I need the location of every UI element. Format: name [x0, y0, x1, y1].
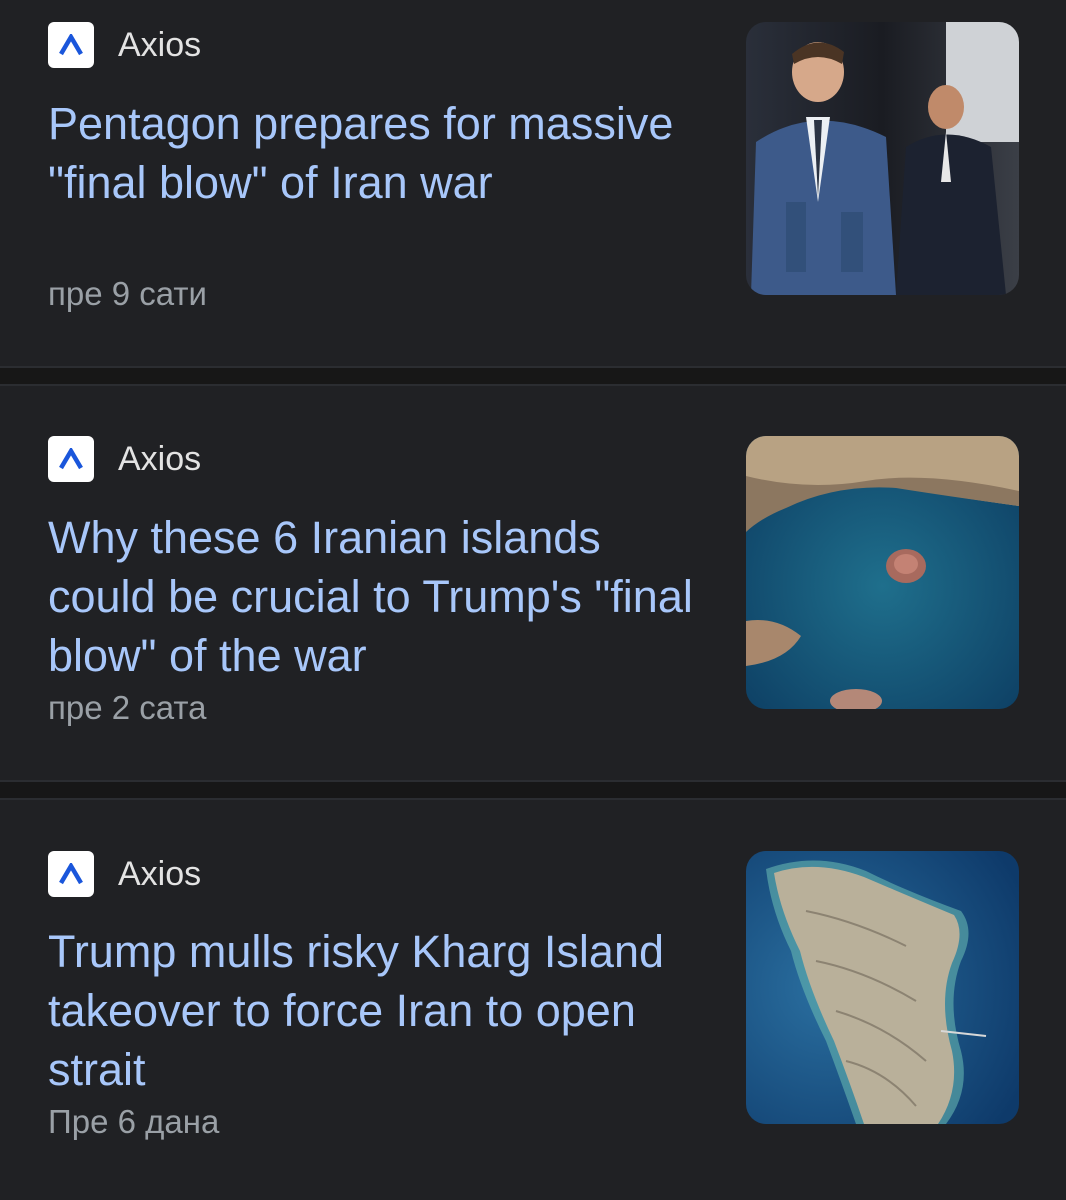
- source-row: Axios: [48, 22, 201, 68]
- article-headline[interactable]: Trump mulls risky Kharg Island takeover …: [48, 922, 708, 1099]
- source-row: Axios: [48, 851, 201, 897]
- article-headline[interactable]: Why these 6 Iranian islands could be cru…: [48, 508, 708, 685]
- news-card-1[interactable]: Axios Pentagon prepares for massive "fin…: [0, 0, 1066, 366]
- source-name: Axios: [118, 854, 202, 893]
- article-thumbnail[interactable]: [746, 22, 1019, 295]
- axios-logo-icon: [48, 851, 94, 897]
- news-card-3[interactable]: Axios Trump mulls risky Kharg Island tak…: [0, 800, 1066, 1200]
- article-thumbnail[interactable]: [746, 436, 1019, 709]
- axios-logo-icon: [48, 22, 94, 68]
- news-card-2[interactable]: Axios Why these 6 Iranian islands could …: [0, 386, 1066, 780]
- article-time: пре 9 сати: [48, 275, 207, 312]
- card-divider: [0, 366, 1066, 386]
- source-name: Axios: [118, 25, 202, 64]
- axios-logo-icon: [48, 436, 94, 482]
- source-name: Axios: [118, 439, 202, 478]
- source-row: Axios: [48, 436, 201, 482]
- card-divider: [0, 780, 1066, 800]
- article-time: Пре 6 дана: [48, 1103, 220, 1140]
- article-time: пре 2 сата: [48, 689, 207, 726]
- article-headline[interactable]: Pentagon prepares for massive "final blo…: [48, 94, 708, 212]
- article-thumbnail[interactable]: [746, 851, 1019, 1124]
